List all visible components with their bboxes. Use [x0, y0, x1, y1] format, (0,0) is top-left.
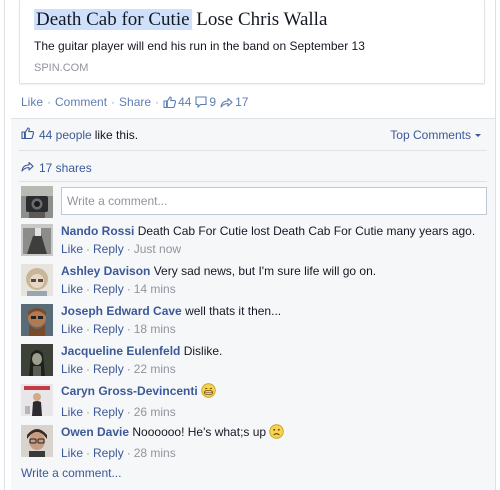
title-rest: Lose Chris Walla — [191, 9, 328, 30]
comment-timestamp[interactable]: 22 mins — [134, 362, 176, 376]
separator-dot: · — [86, 446, 91, 460]
link-preview-card[interactable]: Death Cab for Cutie Lose Chris Walla The… — [19, 0, 485, 84]
comment-bubble-icon[interactable] — [195, 96, 207, 108]
comment-item: Joseph Edward Cave well thats it then...… — [21, 304, 485, 338]
separator-dot: · — [86, 322, 91, 336]
comment-text: Death Cab For Cutie lost Death Cab For C… — [137, 224, 476, 238]
separator-dot: · — [86, 282, 91, 296]
comment-text: Noooooo! He's what;s up — [132, 425, 267, 439]
link-description: The guitar player will end his run in th… — [34, 39, 365, 53]
separator-dot: · — [126, 446, 131, 460]
divider — [19, 150, 487, 151]
comment-text: well thats it then... — [185, 304, 282, 318]
avatar[interactable] — [21, 186, 53, 218]
share-button[interactable]: Share — [119, 95, 151, 109]
chevron-down-icon — [475, 134, 481, 137]
separator-dot: · — [155, 95, 160, 109]
comment-reply-button[interactable]: Reply — [93, 362, 124, 376]
comment-timestamp[interactable]: 26 mins — [134, 405, 176, 419]
shares-link[interactable]: 17 shares — [39, 161, 92, 175]
comment-timestamp[interactable]: 14 mins — [134, 282, 176, 296]
comment-reply-button[interactable]: Reply — [93, 242, 124, 256]
thumbs-up-icon[interactable] — [163, 96, 177, 108]
feedback-area: 44 people like this. Top Comments 17 sha… — [11, 118, 495, 490]
comment-item: Ashley Davison Very sad news, but I'm su… — [21, 264, 485, 298]
comment-timestamp[interactable]: 28 mins — [134, 446, 176, 460]
separator-dot: · — [126, 405, 131, 419]
share-arrow-icon — [21, 160, 34, 175]
comment-like-button[interactable]: Like — [61, 282, 83, 296]
comment-author[interactable]: Caryn Gross-Devincenti — [61, 384, 198, 398]
separator-dot: · — [86, 362, 91, 376]
share-arrow-icon[interactable] — [220, 96, 233, 108]
comment-author[interactable]: Joseph Edward Cave — [61, 304, 182, 318]
separator-dot: · — [126, 282, 131, 296]
comment-like-button[interactable]: Like — [61, 322, 83, 336]
avatar[interactable] — [21, 425, 53, 457]
grin-emoji-icon — [201, 383, 216, 402]
comment-item: Nando Rossi Death Cab For Cutie lost Dea… — [21, 224, 485, 258]
comment-author[interactable]: Owen Davie — [61, 425, 129, 439]
comment-text: Very sad news, but I'm sure life will go… — [153, 264, 377, 278]
thumbs-up-icon — [21, 127, 35, 142]
top-comments-label: Top Comments — [390, 128, 471, 142]
separator-dot: · — [126, 322, 131, 336]
separator-dot: · — [126, 242, 131, 256]
avatar[interactable] — [21, 264, 53, 296]
separator-dot: · — [111, 95, 116, 109]
shares-summary[interactable]: 17 shares — [21, 160, 92, 175]
separator-dot: · — [86, 405, 91, 419]
separator-dot: · — [47, 95, 52, 109]
avatar[interactable] — [21, 344, 53, 376]
title-highlight: Death Cab for Cutie — [34, 9, 192, 30]
frown-emoji-icon — [269, 424, 284, 443]
likes-suffix: like this. — [94, 127, 139, 142]
like-button[interactable]: Like — [21, 95, 43, 109]
divider — [19, 181, 487, 182]
comment-count[interactable]: 9 — [209, 95, 216, 109]
comment-timestamp[interactable]: Just now — [134, 242, 181, 256]
avatar[interactable] — [21, 304, 53, 336]
comment-reply-button[interactable]: Reply — [93, 446, 124, 460]
comment-item: Caryn Gross-Devincenti Like · Reply · 26 min… — [21, 383, 485, 419]
comment-like-button[interactable]: Like — [61, 405, 83, 419]
comment-item: Owen Davie Noooooo! He's what;s up Like ·… — [21, 424, 485, 460]
comment-like-button[interactable]: Like — [61, 242, 83, 256]
likes-summary: 44 people like this. — [21, 127, 138, 142]
comment-author[interactable]: Ashley Davison — [61, 264, 150, 278]
comment-button[interactable]: Comment — [55, 95, 107, 109]
comment-reply-button[interactable]: Reply — [93, 322, 124, 336]
comment-like-button[interactable]: Like — [61, 362, 83, 376]
comment-author[interactable]: Jacqueline Eulenfeld — [61, 344, 180, 358]
write-comment-link[interactable]: Write a comment... — [21, 466, 121, 480]
comment-input[interactable] — [61, 187, 487, 215]
like-count[interactable]: 44 — [178, 95, 191, 109]
comment-item: Jacqueline Eulenfeld Dislike. Like · Reply… — [21, 344, 485, 378]
action-bar: Like · Comment · Share · 44 9 17 — [21, 94, 252, 110]
avatar[interactable] — [21, 224, 53, 256]
comment-reply-button[interactable]: Reply — [93, 282, 124, 296]
link-domain: SPIN.COM — [34, 62, 89, 74]
comment-text: Dislike. — [183, 344, 223, 358]
comment-author[interactable]: Nando Rossi — [61, 224, 134, 238]
share-count[interactable]: 17 — [235, 95, 248, 109]
comment-timestamp[interactable]: 18 mins — [134, 322, 176, 336]
avatar[interactable] — [21, 384, 53, 416]
top-comments-dropdown[interactable]: Top Comments — [390, 128, 481, 142]
link-title[interactable]: Death Cab for Cutie Lose Chris Walla — [34, 9, 327, 31]
separator-dot: · — [86, 242, 91, 256]
post-frame: Death Cab for Cutie Lose Chris Walla The… — [4, 0, 496, 490]
comment-like-button[interactable]: Like — [61, 446, 83, 460]
separator-dot: · — [126, 362, 131, 376]
comment-reply-button[interactable]: Reply — [93, 405, 124, 419]
likes-people-link[interactable]: 44 people — [39, 128, 92, 142]
